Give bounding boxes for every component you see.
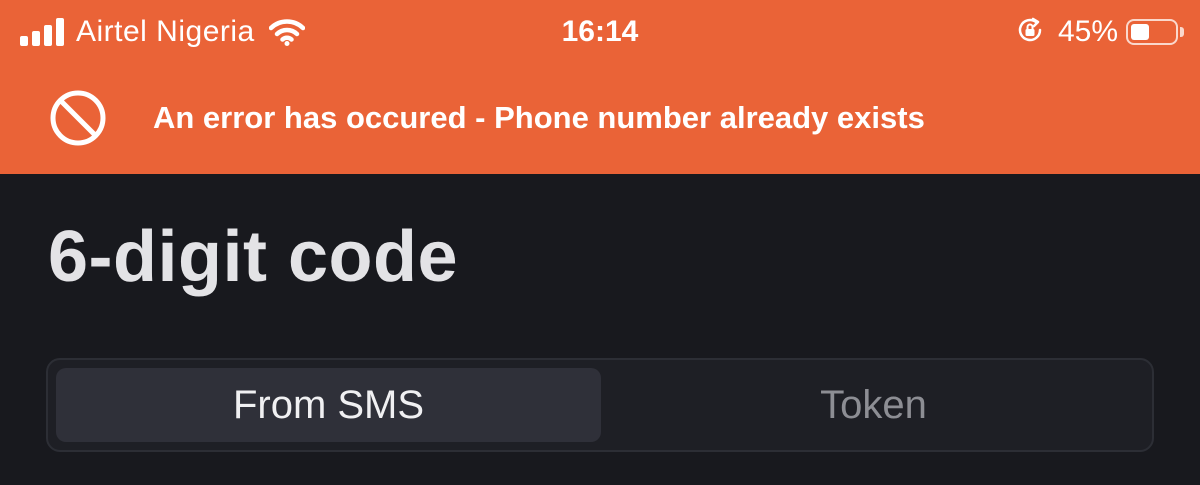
code-source-segmented-control: From SMS Token: [46, 358, 1154, 452]
battery-level-fill: [1131, 24, 1149, 40]
rotation-lock-icon: [1016, 16, 1044, 49]
status-right: 45%: [1016, 10, 1184, 54]
tab-from-sms[interactable]: From SMS: [56, 368, 601, 442]
battery-icon: [1126, 19, 1184, 45]
tab-token[interactable]: Token: [601, 368, 1146, 442]
error-message: An error has occured - Phone number alre…: [153, 100, 925, 135]
battery-cap: [1180, 27, 1184, 37]
prohibited-icon: [48, 88, 108, 153]
battery-percentage: 45%: [1057, 15, 1118, 48]
error-banner: An error has occured - Phone number alre…: [0, 80, 1200, 156]
status-bar: Airtel Nigeria 16:14 45%: [0, 0, 1200, 64]
page-title: 6-digit code: [48, 217, 459, 297]
